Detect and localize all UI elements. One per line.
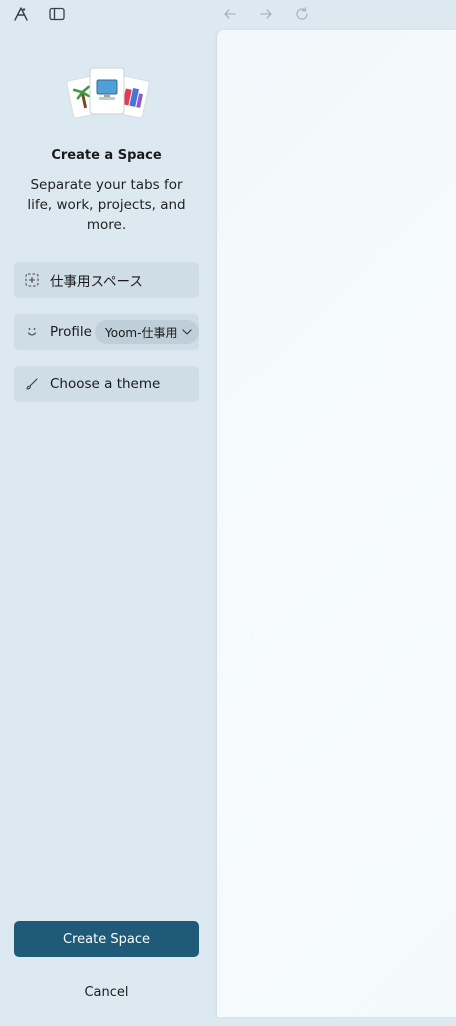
brush-icon — [24, 376, 40, 392]
create-space-button[interactable]: Create Space — [14, 921, 199, 957]
browser-toolbar — [0, 0, 456, 28]
page-content-area — [217, 30, 456, 1017]
forward-arrow-icon[interactable] — [256, 4, 276, 24]
space-name-icon — [24, 272, 40, 288]
chevron-down-icon — [180, 325, 194, 339]
sidebar-toggle-icon[interactable] — [47, 4, 67, 24]
profile-label: Profile — [50, 324, 92, 340]
profile-field: Profile Yoom-仕事用 — [14, 314, 199, 350]
choose-theme-button[interactable]: Choose a theme — [14, 366, 199, 402]
profile-select-value: Yoom-仕事用 — [105, 325, 178, 340]
profile-select[interactable]: Yoom-仕事用 — [95, 320, 199, 344]
panel-subtitle: Separate your tabs for life, work, proje… — [27, 177, 186, 233]
space-name-input[interactable]: 仕事用スペース — [14, 262, 199, 298]
spaces-illustration — [64, 66, 152, 124]
back-arrow-icon[interactable] — [220, 4, 240, 24]
space-name-value: 仕事用スペース — [50, 274, 143, 290]
panel-title: Create a Space — [51, 148, 162, 163]
refresh-icon[interactable] — [292, 4, 312, 24]
cancel-button[interactable]: Cancel — [14, 977, 199, 1007]
choose-theme-label: Choose a theme — [50, 376, 161, 392]
smile-icon — [24, 324, 40, 340]
copilot-icon[interactable] — [11, 4, 31, 24]
create-space-panel: Create a Space Separate your tabs for li… — [0, 28, 213, 1026]
